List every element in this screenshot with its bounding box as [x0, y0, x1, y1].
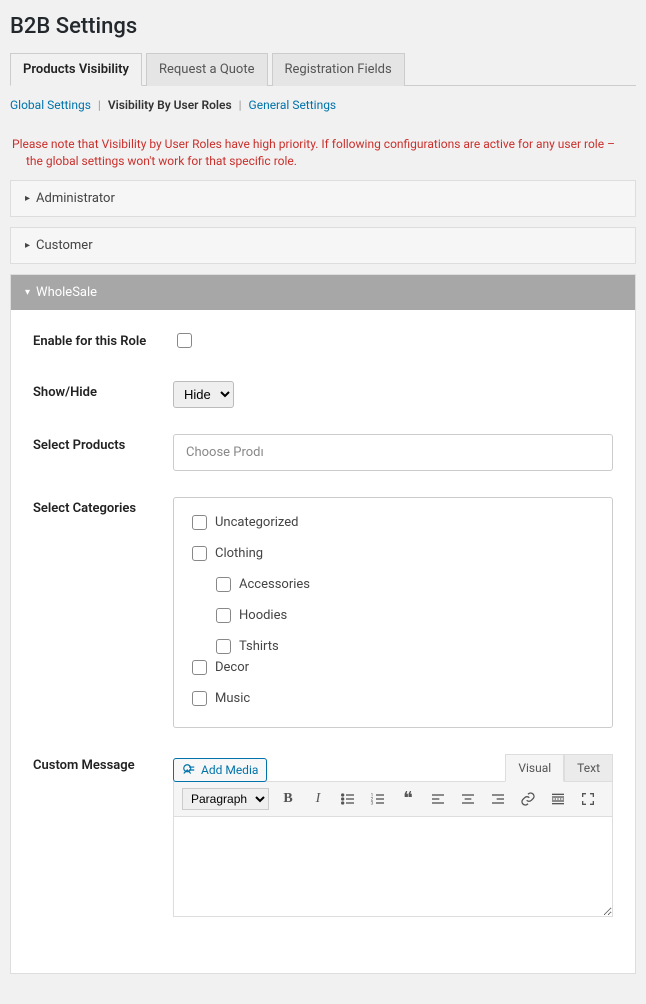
priority-notice: Please note that Visibility by User Role…	[10, 136, 636, 170]
category-checkbox-tshirts[interactable]	[216, 639, 231, 654]
category-item: Hoodies	[212, 605, 598, 626]
accordion-title: Customer	[36, 238, 93, 253]
enable-role-label: Enable for this Role	[33, 330, 173, 349]
accordion-head-customer[interactable]: ▸ Customer	[11, 228, 635, 263]
breadcrumb: Global Settings | Visibility By User Rol…	[10, 98, 636, 112]
format-select[interactable]: Paragraph	[182, 788, 269, 810]
chevron-right-icon: ▸	[25, 240, 30, 251]
accordion-wholesale: ▾ WholeSale Enable for this Role Show/Hi…	[10, 274, 636, 974]
editor-tab-text[interactable]: Text	[564, 754, 613, 782]
crumb-separator: |	[98, 98, 101, 112]
editor-toolbar: Paragraph B I 123 ❝	[173, 781, 613, 817]
notice-line2: the global settings won't work for that …	[26, 153, 636, 170]
accordion-body-wholesale: Enable for this Role Show/Hide Hide Sele…	[11, 310, 635, 973]
category-checkbox-hoodies[interactable]	[216, 608, 231, 623]
category-item: Clothing	[188, 543, 598, 564]
accordion-customer: ▸ Customer	[10, 227, 636, 264]
link-button[interactable]	[517, 788, 539, 810]
read-more-button[interactable]	[547, 788, 569, 810]
accordion-head-wholesale[interactable]: ▾ WholeSale	[11, 275, 635, 310]
crumb-separator: |	[239, 98, 242, 112]
category-checkbox-clothing[interactable]	[192, 546, 207, 561]
custom-message-label: Custom Message	[33, 754, 173, 773]
svg-text:3: 3	[371, 800, 374, 806]
category-item: Decor	[188, 657, 598, 678]
accordion-title: WholeSale	[36, 285, 97, 300]
media-icon	[182, 763, 196, 777]
align-center-button[interactable]	[457, 788, 479, 810]
category-label: Music	[215, 691, 250, 706]
category-checkbox-accessories[interactable]	[216, 577, 231, 592]
categories-box: Uncategorized Clothing Accessories	[173, 497, 613, 728]
chevron-down-icon: ▾	[25, 287, 30, 298]
fullscreen-button[interactable]	[577, 788, 599, 810]
editor-tab-visual[interactable]: Visual	[505, 754, 564, 782]
add-media-button[interactable]: Add Media	[173, 758, 267, 782]
editor-content[interactable]	[173, 817, 613, 917]
italic-button[interactable]: I	[307, 788, 329, 810]
category-item: Tshirts	[212, 636, 598, 657]
category-item: Accessories	[212, 574, 598, 595]
category-checkbox-decor[interactable]	[192, 660, 207, 675]
page-title: B2B Settings	[10, 14, 636, 39]
tab-request-quote[interactable]: Request a Quote	[146, 53, 268, 86]
bulleted-list-button[interactable]	[337, 788, 359, 810]
category-checkbox-uncategorized[interactable]	[192, 515, 207, 530]
category-label: Tshirts	[239, 639, 279, 654]
blockquote-button[interactable]: ❝	[397, 788, 419, 810]
tab-registration-fields[interactable]: Registration Fields	[272, 53, 405, 86]
category-label: Clothing	[215, 546, 263, 561]
crumb-general-settings[interactable]: General Settings	[249, 98, 337, 112]
main-tabs: Products Visibility Request a Quote Regi…	[10, 53, 636, 86]
enable-role-checkbox[interactable]	[177, 333, 192, 348]
align-left-button[interactable]	[427, 788, 449, 810]
select-products-input[interactable]: Choose Prodı	[173, 434, 613, 471]
showhide-select[interactable]: Hide	[173, 381, 234, 408]
select-products-label: Select Products	[33, 434, 173, 453]
category-label: Accessories	[239, 577, 310, 592]
category-item: Music	[188, 688, 598, 709]
numbered-list-button[interactable]: 123	[367, 788, 389, 810]
category-item: Uncategorized	[188, 512, 598, 533]
category-label: Decor	[215, 660, 249, 675]
accordion-administrator: ▸ Administrator	[10, 180, 636, 217]
showhide-label: Show/Hide	[33, 381, 173, 400]
accordion-head-administrator[interactable]: ▸ Administrator	[11, 181, 635, 216]
category-checkbox-music[interactable]	[192, 691, 207, 706]
align-right-button[interactable]	[487, 788, 509, 810]
category-label: Uncategorized	[215, 515, 298, 530]
category-label: Hoodies	[239, 608, 287, 623]
select-categories-label: Select Categories	[33, 497, 173, 516]
crumb-visibility-by-user-roles: Visibility By User Roles	[108, 98, 232, 112]
notice-line1: Please note that Visibility by User Role…	[12, 137, 615, 151]
bold-button[interactable]: B	[277, 788, 299, 810]
accordion-title: Administrator	[36, 191, 115, 206]
add-media-label: Add Media	[201, 763, 258, 777]
chevron-right-icon: ▸	[25, 193, 30, 204]
tab-products-visibility[interactable]: Products Visibility	[10, 53, 142, 86]
crumb-global-settings[interactable]: Global Settings	[10, 98, 91, 112]
